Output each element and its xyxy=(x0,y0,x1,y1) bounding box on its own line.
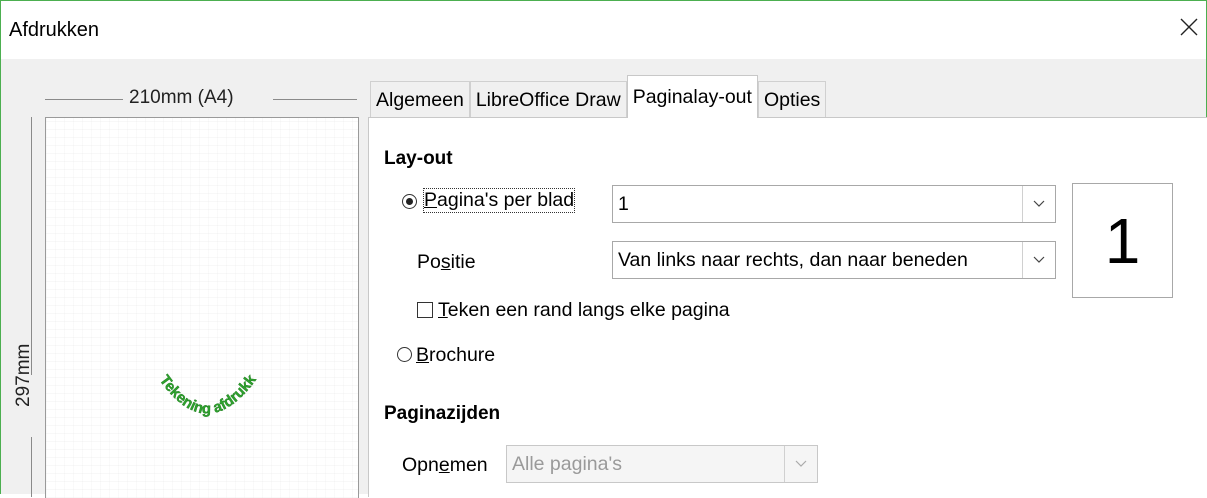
page-width-label: 210mm (A4) xyxy=(129,87,234,108)
close-icon xyxy=(1180,18,1198,36)
label-text: agina's per blad xyxy=(437,189,575,211)
brochure-radio[interactable] xyxy=(397,347,412,362)
chevron-down-icon xyxy=(795,460,807,467)
select-value: Alle pagina's xyxy=(512,452,622,475)
tab-libreoffice-draw[interactable]: LibreOffice Draw xyxy=(469,81,627,118)
tab-general[interactable]: Algemeen xyxy=(370,81,470,118)
page-sides-heading: Paginazijden xyxy=(384,403,501,424)
layout-heading: Lay-out xyxy=(384,148,453,169)
label-text: rochure xyxy=(429,344,496,366)
width-dimension-line xyxy=(273,99,357,100)
dropdown-button[interactable] xyxy=(784,446,817,482)
tab-page-layout[interactable]: Paginalay-out xyxy=(626,75,758,118)
watermark-text: Tekening afdrukken xyxy=(46,118,260,418)
window-title: Afdrukken xyxy=(9,19,100,41)
chevron-down-icon xyxy=(1033,200,1045,207)
height-dimension-line xyxy=(31,117,32,375)
mnemonic: B xyxy=(416,344,430,366)
title-bar: Afdrukken xyxy=(1,1,1206,59)
tab-options[interactable]: Opties xyxy=(757,81,827,118)
position-select[interactable]: Van links naar rechts, dan naar beneden xyxy=(612,241,1056,279)
brochure-label[interactable]: Brochure xyxy=(416,344,495,367)
chevron-down-icon xyxy=(1033,256,1045,263)
tab-bar: Algemeen LibreOffice Draw Paginalay-out … xyxy=(370,75,827,118)
pages-per-sheet-label[interactable]: Pagina's per blad xyxy=(422,188,576,213)
label-text: men xyxy=(449,454,488,476)
dropdown-button[interactable] xyxy=(1022,186,1055,222)
label-text: Opn xyxy=(402,454,439,476)
pages-per-sheet-select[interactable]: 1 xyxy=(612,185,1056,223)
position-label: Positie xyxy=(417,251,476,274)
select-value: Van links naar rechts, dan naar beneden xyxy=(618,248,968,271)
page-preview: Tekening afdrukken xyxy=(45,117,359,498)
draw-border-label[interactable]: Teken een rand langs elke pagina xyxy=(438,299,730,322)
pages-per-sheet-preview: 1 xyxy=(1072,183,1173,298)
include-pages-select[interactable]: Alle pagina's xyxy=(506,445,818,483)
page-height-label: 297mm xyxy=(13,343,34,407)
mnemonic: T xyxy=(438,299,448,321)
label-text: Po xyxy=(417,251,441,273)
width-dimension-line xyxy=(45,99,123,100)
select-value: 1 xyxy=(618,192,629,215)
mnemonic: e xyxy=(438,454,450,476)
height-dimension-line xyxy=(31,437,32,497)
include-label: Opnemen xyxy=(402,454,488,477)
draw-border-checkbox[interactable] xyxy=(417,302,433,318)
close-button[interactable] xyxy=(1172,7,1206,47)
dropdown-button[interactable] xyxy=(1022,242,1055,278)
print-preview-pane: 210mm (A4) 297mm Tekening afdrukken xyxy=(1,59,361,498)
mnemonic: s xyxy=(440,251,451,273)
pages-per-sheet-radio[interactable] xyxy=(402,194,417,209)
mnemonic: P xyxy=(424,189,438,211)
label-text: itie xyxy=(450,251,476,273)
print-dialog: Afdrukken 210mm (A4) 297mm Tekening afdr… xyxy=(0,0,1207,498)
preview-drawing: Tekening afdrukken xyxy=(46,118,260,418)
label-text: eken een rand langs elke pagina xyxy=(447,299,730,321)
